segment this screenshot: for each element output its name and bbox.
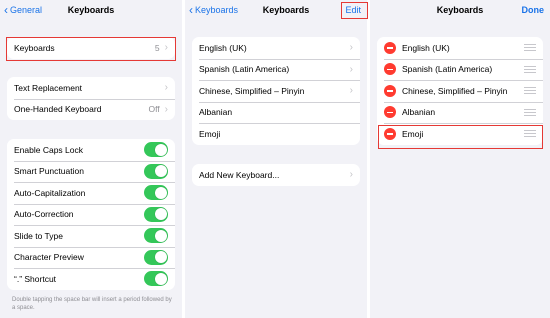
- chevron-right-icon: ›: [164, 42, 168, 54]
- nav-bar: ‹ General Keyboards: [0, 0, 182, 22]
- reorder-handle-icon[interactable]: [524, 44, 536, 52]
- chevron-right-icon: ›: [349, 85, 353, 97]
- nav-bar: ‹ Keyboards Keyboards Edit: [185, 0, 367, 22]
- keyboard-label: Albanian: [199, 107, 233, 118]
- keyboard-list: English (UK) › Spanish (Latin America) ›…: [192, 37, 360, 145]
- keyboards-group: Keyboards 5 ›: [7, 37, 175, 59]
- toggle-label: Enable Caps Lock: [14, 144, 83, 155]
- done-button[interactable]: Done: [522, 5, 545, 15]
- keyboard-label: Spanish (Latin America): [199, 64, 290, 75]
- toggles-group: Enable Caps Lock Smart Punctuation Auto-…: [7, 139, 175, 290]
- character-preview-toggle[interactable]: [144, 249, 168, 265]
- reorder-handle-icon[interactable]: [524, 87, 536, 95]
- toggle-label: Character Preview: [14, 252, 84, 263]
- add-new-keyboard-row[interactable]: Add New Keyboard... ›: [192, 164, 360, 186]
- row-label: One-Handed Keyboard: [14, 104, 102, 115]
- auto-correction-toggle[interactable]: [144, 206, 168, 222]
- keyboard-edit-item-emoji: Emoji: [377, 123, 543, 145]
- keyboard-label: Chinese, Simplified – Pinyin: [199, 85, 305, 96]
- reorder-handle-icon[interactable]: [524, 130, 536, 138]
- page-title: Keyboards: [262, 5, 310, 15]
- keyboards-edit-panel: Keyboards Done English (UK) Spanish (Lat…: [370, 0, 550, 318]
- toggle-row-slide-to-type: Slide to Type: [7, 225, 175, 247]
- keyboards-row[interactable]: Keyboards 5 ›: [7, 37, 175, 59]
- toggle-label: Slide to Type: [14, 230, 63, 241]
- keyboard-item-emoji[interactable]: Emoji: [192, 123, 360, 145]
- nav-bar: Keyboards Done: [370, 0, 550, 22]
- keyboard-item-chinese[interactable]: Chinese, Simplified – Pinyin ›: [192, 80, 360, 102]
- page-title: Keyboards: [67, 5, 115, 15]
- row-value: Off: [148, 104, 160, 115]
- chevron-right-icon: ›: [349, 42, 353, 54]
- text-replacement-row[interactable]: Text Replacement ›: [7, 77, 175, 99]
- add-keyboard-group: Add New Keyboard... ›: [192, 164, 360, 186]
- keyboard-label: Emoji: [402, 128, 424, 139]
- keyboard-item-english-uk[interactable]: English (UK) ›: [192, 37, 360, 59]
- reorder-handle-icon[interactable]: [524, 65, 536, 73]
- delete-icon[interactable]: [384, 63, 396, 76]
- auto-capitalization-toggle[interactable]: [144, 185, 168, 201]
- delete-icon[interactable]: [384, 127, 396, 140]
- one-handed-keyboard-row[interactable]: One-Handed Keyboard Off ›: [7, 98, 175, 121]
- toggle-label: “.” Shortcut: [14, 273, 57, 284]
- row-label: Text Replacement: [14, 82, 83, 93]
- slide-to-type-toggle[interactable]: [144, 228, 168, 244]
- keyboard-edit-item-spanish: Spanish (Latin America): [377, 58, 543, 81]
- toggle-label: Auto-Correction: [14, 209, 74, 220]
- smart-punctuation-toggle[interactable]: [144, 163, 168, 179]
- delete-icon[interactable]: [384, 84, 396, 97]
- delete-icon[interactable]: [384, 41, 396, 54]
- keyboard-label: Emoji: [199, 128, 221, 139]
- caps-lock-toggle[interactable]: [144, 142, 168, 158]
- keyboards-list-panel: ‹ Keyboards Keyboards Edit English (UK) …: [185, 0, 367, 318]
- add-keyboard-label: Add New Keyboard...: [199, 169, 280, 180]
- chevron-left-icon: ‹: [189, 2, 193, 17]
- chevron-right-icon: ›: [164, 103, 168, 115]
- keyboard-edit-item-albanian: Albanian: [377, 101, 543, 124]
- toggle-row-smart-punctuation: Smart Punctuation: [7, 160, 175, 183]
- keyboard-edit-list: English (UK) Spanish (Latin America) Chi…: [377, 37, 543, 145]
- keyboard-label: Chinese, Simplified – Pinyin: [402, 85, 508, 96]
- keyboard-label: English (UK): [402, 42, 450, 53]
- period-shortcut-toggle[interactable]: [144, 271, 168, 287]
- keyboard-label: Albanian: [402, 107, 436, 118]
- keyboards-settings-panel: ‹ General Keyboards Keyboards 5 › Text R…: [0, 0, 182, 318]
- toggle-row-character-preview: Character Preview: [7, 246, 175, 269]
- delete-icon[interactable]: [384, 106, 396, 119]
- keyboards-row-label: Keyboards: [14, 42, 55, 53]
- keyboard-label: Spanish (Latin America): [402, 64, 493, 75]
- keyboard-edit-item-english-uk: English (UK): [377, 37, 543, 59]
- keyboard-item-albanian[interactable]: Albanian: [192, 101, 360, 124]
- chevron-right-icon: ›: [349, 169, 353, 181]
- toggle-label: Smart Punctuation: [14, 166, 84, 177]
- edit-button[interactable]: Edit: [345, 5, 361, 15]
- toggle-row-caps-lock: Enable Caps Lock: [7, 139, 175, 161]
- chevron-right-icon: ›: [349, 63, 353, 75]
- text-options-group: Text Replacement › One-Handed Keyboard O…: [7, 77, 175, 120]
- toggle-row-period-shortcut: “.” Shortcut: [7, 268, 175, 290]
- keyboard-label: English (UK): [199, 42, 247, 53]
- reorder-handle-icon[interactable]: [524, 108, 536, 116]
- chevron-right-icon: ›: [164, 82, 168, 94]
- keyboards-count: 5: [154, 42, 160, 53]
- toggle-row-auto-correction: Auto-Correction: [7, 203, 175, 226]
- keyboard-edit-item-chinese: Chinese, Simplified – Pinyin: [377, 80, 543, 102]
- toggle-row-auto-capitalization: Auto-Capitalization: [7, 182, 175, 204]
- toggle-label: Auto-Capitalization: [14, 187, 86, 198]
- footnote: Double tapping the space bar will insert…: [12, 297, 172, 311]
- keyboard-item-spanish[interactable]: Spanish (Latin America) ›: [192, 58, 360, 81]
